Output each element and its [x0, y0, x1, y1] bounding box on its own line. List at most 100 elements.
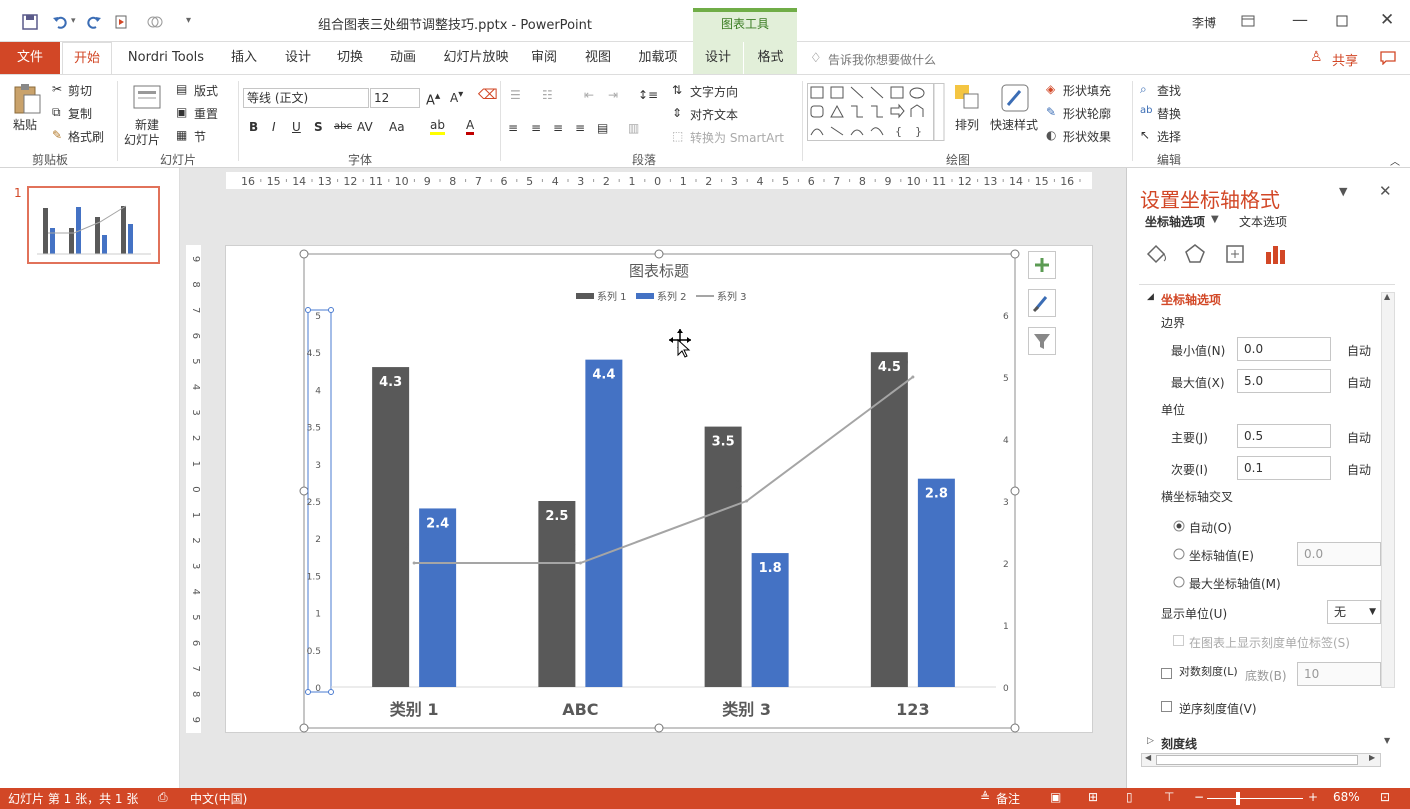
decrease-indent-icon[interactable]: ⇤ — [584, 88, 594, 102]
line-point[interactable] — [745, 499, 749, 503]
chart-elements-button[interactable] — [1028, 251, 1056, 279]
increase-font-icon[interactable]: A▴ — [426, 89, 440, 108]
close-window-icon[interactable]: ✕ — [1380, 10, 1394, 30]
shadow-icon[interactable]: S — [314, 120, 323, 134]
bar[interactable] — [870, 352, 908, 687]
font-name-select[interactable]: 等线 (正文) — [243, 88, 369, 108]
tab-file[interactable]: 文件 — [0, 42, 60, 74]
underline-icon[interactable]: U — [292, 120, 301, 134]
zoom-out-icon[interactable]: − — [1194, 790, 1204, 804]
reset-icon[interactable]: ▣ — [176, 105, 187, 119]
cross-value-label[interactable]: 坐标轴值(E) — [1189, 547, 1254, 564]
numbering-icon[interactable]: ☷ — [542, 88, 553, 102]
cut-icon[interactable]: ✂ — [52, 82, 62, 96]
resize-handle[interactable] — [1010, 486, 1020, 496]
axis-handle[interactable] — [328, 307, 334, 313]
notes-button[interactable]: 备注 — [996, 790, 1020, 807]
replace-icon[interactable]: ab — [1140, 105, 1152, 116]
pane-horizontal-scrollbar[interactable] — [1141, 753, 1381, 767]
align-text-button[interactable]: 对齐文本 — [690, 106, 738, 123]
line-point[interactable] — [911, 375, 915, 379]
clear-formatting-icon[interactable]: ⌫ — [478, 87, 498, 103]
shapes-gallery[interactable]: {} — [807, 83, 945, 141]
cross-value-input[interactable]: 0.0 — [1297, 542, 1381, 566]
arrange-icon[interactable] — [954, 84, 982, 110]
font-size-select[interactable]: 12 — [370, 88, 420, 108]
slide-canvas[interactable]: 图表标题 系列 1 系列 2 系列 3 0 0.5 1 1.5 2 2.5 3 3.5 4 4.5 5 0 1 2… — [225, 245, 1093, 733]
bar[interactable] — [419, 508, 457, 687]
bar[interactable] — [585, 359, 623, 687]
normal-view-icon[interactable]: ▣ — [1050, 790, 1061, 804]
paste-icon[interactable] — [12, 83, 42, 115]
tab-addins[interactable]: 加载项 — [630, 42, 686, 74]
tab-review[interactable]: 审阅 — [522, 42, 566, 74]
distributed-icon[interactable]: ▤ — [597, 121, 608, 135]
tab-insert[interactable]: 插入 — [222, 42, 266, 74]
ribbon-display-icon[interactable] — [1241, 15, 1255, 27]
axis-options-tab[interactable]: 坐标轴选项 — [1145, 213, 1205, 230]
tell-me-input[interactable]: 告诉我你想要做什么 — [828, 51, 936, 68]
start-from-beginning-icon[interactable] — [114, 14, 130, 30]
increase-indent-icon[interactable]: ⇥ — [608, 88, 618, 102]
select-button[interactable]: 选择 — [1157, 128, 1181, 145]
collapse-ribbon-icon[interactable]: ︿ — [1390, 153, 1400, 168]
align-right-icon[interactable]: ≡ — [553, 121, 563, 135]
text-direction-button[interactable]: 文字方向 — [690, 83, 738, 100]
comments-icon[interactable] — [1380, 51, 1396, 65]
slide-sorter-icon[interactable]: ⊞ — [1088, 790, 1098, 804]
resize-handle[interactable] — [654, 723, 664, 733]
scroll-left-icon[interactable]: ◀ — [1145, 753, 1151, 762]
layout-icon[interactable]: ▤ — [176, 82, 187, 96]
shape-fill-icon[interactable]: ◈ — [1046, 82, 1055, 96]
size-properties-icon[interactable] — [1223, 242, 1247, 266]
share-button[interactable]: 共享 — [1332, 50, 1358, 69]
new-slide-icon[interactable] — [132, 83, 162, 113]
pane-hscroll-thumb[interactable] — [1156, 755, 1358, 765]
layout-button[interactable]: 版式 — [194, 82, 218, 99]
copy-button[interactable]: 复制 — [68, 105, 92, 122]
minimize-icon[interactable]: — — [1292, 10, 1308, 29]
line-spacing-icon[interactable]: ↕≡ — [638, 88, 658, 102]
reverse-order-label[interactable]: 逆序刻度值(V) — [1179, 700, 1257, 717]
tab-chart-design[interactable]: 设计 — [693, 42, 743, 74]
strikethrough-icon[interactable]: abc — [334, 121, 352, 132]
chart-title[interactable]: 图表标题 — [629, 262, 689, 280]
axis-handle[interactable] — [328, 689, 334, 695]
arrange-button[interactable]: 排列 — [955, 116, 979, 133]
text-options-tab[interactable]: 文本选项 — [1239, 213, 1287, 230]
pane-options-dropdown-icon[interactable]: ▼ — [1339, 185, 1347, 198]
shape-outline-icon[interactable]: ✎ — [1046, 105, 1056, 119]
quick-styles-button[interactable]: 快速样式 — [990, 116, 1038, 133]
tick-marks-section[interactable]: 刻度线 — [1161, 735, 1197, 752]
redo-icon[interactable] — [86, 14, 102, 30]
reverse-order-checkbox[interactable] — [1161, 701, 1172, 712]
save-icon[interactable] — [22, 14, 38, 30]
line-point[interactable] — [412, 561, 416, 565]
major-auto-button[interactable]: 自动 — [1347, 429, 1371, 446]
tab-chart-format[interactable]: 格式 — [744, 42, 797, 74]
close-pane-icon[interactable]: ✕ — [1379, 182, 1392, 200]
tab-home[interactable]: 开始 — [62, 42, 112, 74]
align-center-icon[interactable]: ≡ — [531, 121, 541, 135]
cross-max-label[interactable]: 最大坐标轴值(M) — [1189, 575, 1281, 592]
resize-handle[interactable] — [299, 249, 309, 259]
change-case-icon[interactable]: Aa — [389, 120, 405, 134]
chart-filters-button[interactable] — [1028, 327, 1056, 355]
log-scale-checkbox[interactable] — [1161, 668, 1172, 679]
cross-max-radio[interactable] — [1173, 576, 1185, 588]
resize-handle[interactable] — [299, 486, 309, 496]
min-auto-button[interactable]: 自动 — [1347, 342, 1371, 359]
axis-options-section[interactable]: 坐标轴选项 — [1161, 291, 1221, 308]
tab-view[interactable]: 视图 — [576, 42, 620, 74]
resize-handle[interactable] — [1010, 723, 1020, 733]
fit-to-window-icon[interactable]: ⊡ — [1380, 790, 1390, 804]
touch-mode-icon[interactable] — [146, 14, 164, 30]
bar[interactable] — [917, 478, 955, 687]
bullets-icon[interactable]: ☰ — [510, 88, 521, 102]
axis-options-dropdown-icon[interactable]: ▼ — [1211, 214, 1219, 225]
max-value-input[interactable]: 5.0 — [1237, 369, 1331, 393]
columns-icon[interactable]: ▥ — [628, 121, 639, 135]
copy-icon[interactable]: ⧉ — [52, 105, 61, 120]
italic-icon[interactable]: I — [272, 120, 276, 134]
cross-auto-radio[interactable] — [1173, 520, 1185, 532]
